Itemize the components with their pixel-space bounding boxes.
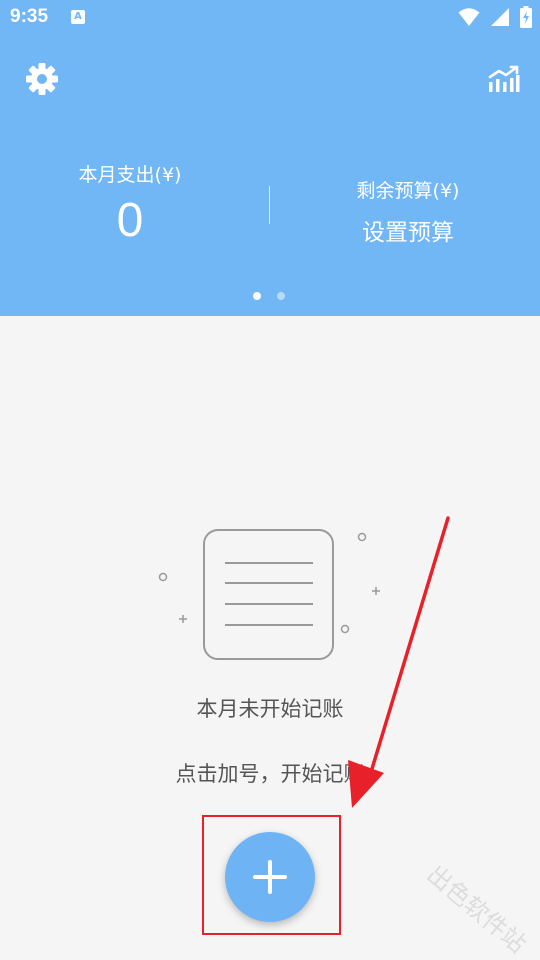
monthly-expense-label: 本月支出(¥) bbox=[78, 164, 182, 186]
pager-dot-2[interactable] bbox=[277, 292, 285, 300]
empty-ledger-icon bbox=[158, 529, 380, 660]
monthly-expense-panel: 本月支出(¥) 0 bbox=[40, 160, 220, 248]
signal-icon bbox=[491, 8, 509, 26]
notification-a-icon: A bbox=[71, 10, 85, 24]
add-record-button[interactable] bbox=[225, 832, 315, 922]
status-icons bbox=[458, 6, 532, 28]
gear-icon bbox=[26, 63, 58, 95]
remaining-budget-panel: 剩余预算(¥) 设置预算 bbox=[318, 176, 498, 247]
plus-icon bbox=[253, 860, 287, 894]
status-time: 9:35 bbox=[10, 6, 49, 27]
chart-trend-icon bbox=[488, 65, 520, 92]
set-budget-link[interactable]: 设置预算 bbox=[318, 213, 498, 247]
monthly-expense-value: 0 bbox=[116, 194, 144, 247]
battery-charging-icon bbox=[520, 6, 532, 28]
empty-state-subtitle: 点击加号，开始记账 bbox=[175, 762, 365, 786]
wifi-icon bbox=[458, 8, 480, 26]
settings-button[interactable] bbox=[23, 60, 61, 98]
status-bar: 9:35 A bbox=[0, 0, 540, 36]
panel-divider bbox=[269, 186, 270, 224]
pager-dot-1[interactable] bbox=[253, 292, 261, 300]
empty-state-title: 本月未开始记账 bbox=[196, 697, 344, 721]
summary-header: 本月支出(¥) 0 剩余预算(¥) 设置预算 bbox=[0, 36, 540, 316]
statistics-button[interactable] bbox=[484, 60, 524, 98]
watermark: 出色软件站 bbox=[421, 860, 532, 959]
remaining-budget-label: 剩余预算(¥) bbox=[356, 180, 460, 202]
pager-indicator bbox=[253, 292, 285, 300]
empty-state-illustration bbox=[150, 520, 390, 670]
